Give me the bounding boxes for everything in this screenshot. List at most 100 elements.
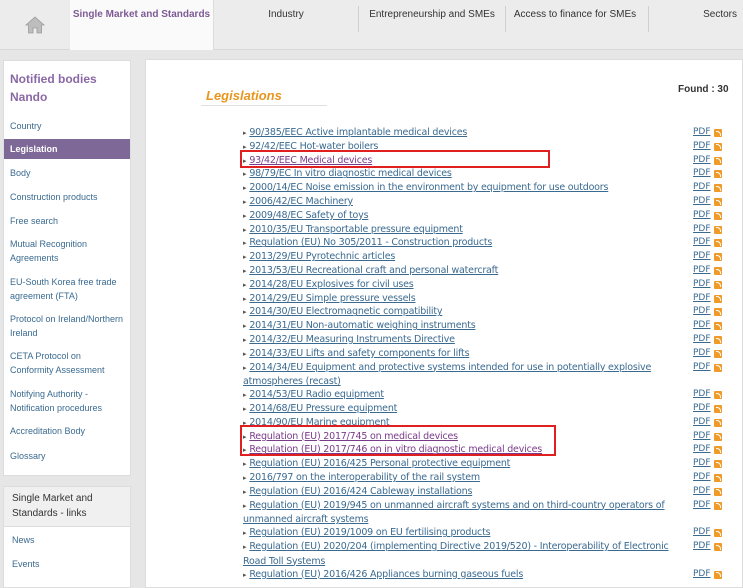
- legislation-link[interactable]: 2014/31/EU Non-automatic weighing instru…: [249, 320, 475, 331]
- legislation-link[interactable]: 2006/42/EC Machinery: [249, 196, 353, 207]
- rss-icon[interactable]: [714, 543, 722, 551]
- rss-icon[interactable]: [714, 294, 722, 303]
- rss-icon[interactable]: [714, 225, 722, 234]
- sidebar-item-mutual-recognition[interactable]: Mutual Recognition Agreements: [4, 237, 104, 265]
- sidebar-item-glossary[interactable]: Glossary: [4, 449, 130, 463]
- legislation-link[interactable]: 2016/797 on the interoperability of the …: [249, 472, 480, 483]
- pdf-link[interactable]: PDF: [693, 224, 711, 234]
- legislation-link-continued[interactable]: Road Toll Systems: [243, 556, 325, 567]
- pdf-link[interactable]: PDF: [693, 541, 711, 551]
- pdf-link[interactable]: PDF: [693, 417, 711, 427]
- nav-industry[interactable]: Industry: [220, 0, 352, 50]
- sidebar-item-construction-products[interactable]: Construction products: [4, 190, 130, 204]
- pdf-link[interactable]: PDF: [693, 472, 711, 482]
- legislation-link[interactable]: 2014/33/EU Lifts and safety components f…: [249, 348, 469, 359]
- pdf-link[interactable]: PDF: [693, 168, 711, 178]
- rss-icon[interactable]: [714, 142, 722, 151]
- rss-icon[interactable]: [714, 474, 722, 482]
- rss-icon[interactable]: [714, 363, 722, 372]
- rss-icon[interactable]: [714, 322, 722, 331]
- legislation-link[interactable]: 2013/29/EU Pyrotechnic articles: [249, 251, 395, 262]
- legislation-link-continued[interactable]: unmanned aircraft systems: [243, 514, 369, 525]
- rss-icon[interactable]: [714, 239, 722, 248]
- rss-icon[interactable]: [714, 487, 722, 496]
- pdf-link[interactable]: PDF: [693, 334, 711, 344]
- rss-icon[interactable]: [714, 267, 722, 275]
- rss-icon[interactable]: [714, 156, 722, 165]
- pdf-link[interactable]: PDF: [693, 293, 711, 303]
- legislation-link[interactable]: Regulation (EU) 2019/945 on unmanned air…: [249, 500, 664, 511]
- pdf-link[interactable]: PDF: [693, 444, 711, 454]
- pdf-link[interactable]: PDF: [693, 210, 711, 220]
- nav-sectors[interactable]: Sectors: [650, 0, 743, 50]
- legislation-link[interactable]: 2010/35/EU Transportable pressure equipm…: [249, 224, 463, 235]
- pdf-link[interactable]: PDF: [693, 155, 711, 165]
- legislation-link[interactable]: 2014/29/EU Simple pressure vessels: [249, 293, 415, 304]
- pdf-link[interactable]: PDF: [693, 265, 711, 275]
- rss-icon[interactable]: [714, 501, 722, 510]
- legislation-link[interactable]: 2014/32/EU Measuring Instruments Directi…: [249, 334, 455, 345]
- legislation-link[interactable]: 2013/53/EU Recreational craft and person…: [249, 265, 498, 276]
- legislation-link[interactable]: 98/79/EC In vitro diagnostic medical dev…: [249, 168, 452, 179]
- pdf-link[interactable]: PDF: [693, 237, 711, 247]
- rss-icon[interactable]: [714, 170, 722, 179]
- pdf-link[interactable]: PDF: [693, 348, 711, 358]
- legislation-link[interactable]: Regulation (EU) No 305/2011 - Constructi…: [249, 237, 492, 248]
- legislation-link[interactable]: 2014/28/EU Explosives for civil uses: [249, 279, 413, 290]
- sidebar-item-free-search[interactable]: Free search: [4, 214, 130, 228]
- rss-icon[interactable]: [714, 529, 722, 538]
- rss-icon[interactable]: [714, 184, 722, 193]
- rss-icon[interactable]: [714, 129, 722, 137]
- sidebar-item-country[interactable]: Country: [4, 119, 130, 133]
- pdf-link[interactable]: PDF: [693, 306, 711, 316]
- pdf-link[interactable]: PDF: [693, 196, 711, 206]
- legislation-link[interactable]: 90/385/EEC Active implantable medical de…: [249, 127, 467, 138]
- rss-icon[interactable]: [714, 570, 722, 579]
- nav-entrepreneurship[interactable]: Entrepreneurship and SMEs: [360, 0, 504, 50]
- legislation-link[interactable]: Regulation (EU) 2019/1009 on EU fertilis…: [249, 527, 490, 538]
- pdf-link[interactable]: PDF: [693, 403, 711, 413]
- rss-icon[interactable]: [714, 418, 722, 427]
- legislation-link[interactable]: Regulation (EU) 2016/424 Cableway instal…: [249, 486, 472, 497]
- pdf-link[interactable]: PDF: [693, 362, 711, 372]
- sidebar-item-legislation[interactable]: Legislation: [4, 139, 130, 159]
- pdf-link[interactable]: PDF: [693, 431, 711, 441]
- pdf-link[interactable]: PDF: [693, 279, 711, 289]
- sidebar-item-accreditation-body[interactable]: Accreditation Body: [4, 424, 130, 438]
- legislation-link[interactable]: Regulation (EU) 2016/425 Personal protec…: [249, 458, 510, 469]
- pdf-link[interactable]: PDF: [693, 320, 711, 330]
- rss-icon[interactable]: [714, 308, 722, 317]
- legislation-link[interactable]: 2014/53/EU Radio equipment: [249, 389, 384, 400]
- pdf-link[interactable]: PDF: [693, 389, 711, 399]
- rss-icon[interactable]: [714, 349, 722, 358]
- sidebar-item-body[interactable]: Body: [4, 166, 130, 180]
- legislation-link[interactable]: 2000/14/EC Noise emission in the environ…: [249, 182, 608, 193]
- legislation-link[interactable]: 2014/34/EU Equipment and protective syst…: [249, 362, 651, 373]
- rss-icon[interactable]: [714, 211, 722, 220]
- legislation-link[interactable]: 2014/30/EU Electromagnetic compatibility: [249, 306, 442, 317]
- sidebar-item-protocol-ireland[interactable]: Protocol on Ireland/Northern Ireland: [4, 312, 128, 340]
- legislation-link[interactable]: Regulation (EU) 2016/426 Appliances burn…: [249, 569, 523, 580]
- pdf-link[interactable]: PDF: [693, 251, 711, 261]
- sidebar-item-notifying-authority[interactable]: Notifying Authority - Notification proce…: [4, 387, 114, 415]
- pdf-link[interactable]: PDF: [693, 458, 711, 468]
- pdf-link[interactable]: PDF: [693, 182, 711, 192]
- sidebar-item-ceta-protocol[interactable]: CETA Protocol on Conformity Assessment: [4, 349, 114, 377]
- sidebar-link-events[interactable]: Events: [4, 559, 40, 569]
- pdf-link[interactable]: PDF: [693, 141, 711, 151]
- nav-access-finance[interactable]: Access to finance for SMEs: [507, 0, 643, 50]
- legislation-link[interactable]: 2009/48/EC Safety of toys: [249, 210, 368, 221]
- home-button[interactable]: [0, 0, 70, 50]
- rss-icon[interactable]: [714, 391, 722, 400]
- sidebar-item-eu-south-korea[interactable]: EU-South Korea free trade agreement (FTA…: [4, 275, 124, 303]
- pdf-link[interactable]: PDF: [693, 527, 711, 537]
- rss-icon[interactable]: [714, 446, 722, 455]
- pdf-link[interactable]: PDF: [693, 569, 711, 579]
- rss-icon[interactable]: [714, 336, 722, 344]
- rss-icon[interactable]: [714, 405, 722, 413]
- rss-icon[interactable]: [714, 253, 722, 262]
- legislation-link-continued[interactable]: atmospheres (recast): [243, 376, 341, 387]
- pdf-link[interactable]: PDF: [693, 127, 711, 137]
- sidebar-link-news[interactable]: News: [4, 535, 35, 545]
- rss-icon[interactable]: [714, 280, 722, 289]
